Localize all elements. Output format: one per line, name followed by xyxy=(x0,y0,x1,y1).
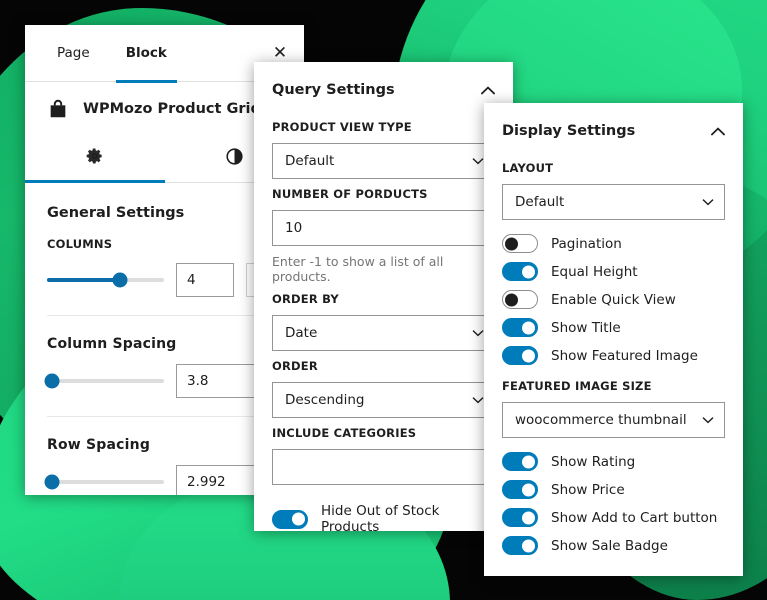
chevron-up-icon[interactable] xyxy=(711,126,725,136)
show-add-to-cart-toggle[interactable] xyxy=(502,508,538,527)
tab-block[interactable]: Block xyxy=(108,25,185,83)
query-settings-header[interactable]: Query Settings xyxy=(254,62,513,112)
chevron-down-icon xyxy=(472,397,484,404)
shopping-bag-icon xyxy=(47,98,69,120)
display-settings-panel: Display Settings LAYOUT Default Paginati… xyxy=(484,103,743,576)
chevron-down-icon xyxy=(702,199,714,206)
show-sale-badge-label: Show Sale Badge xyxy=(551,537,668,554)
toggle-row-show-sale-badge: Show Sale Badge xyxy=(484,527,743,555)
featured-image-size-select[interactable]: woocommerce thumbnail xyxy=(502,402,725,438)
show-price-toggle[interactable] xyxy=(502,480,538,499)
toggle-row-pagination: Pagination xyxy=(484,220,743,253)
enable-quick-view-toggle[interactable] xyxy=(502,290,538,309)
tab-page[interactable]: Page xyxy=(39,25,108,82)
toggle-row-quick-view: Enable Quick View xyxy=(484,281,743,309)
gear-icon xyxy=(85,146,105,170)
pagination-toggle[interactable] xyxy=(502,234,538,253)
query-settings-panel: Query Settings PRODUCT VIEW TYPE Default… xyxy=(254,62,513,531)
column-spacing-slider[interactable] xyxy=(44,373,164,389)
row-spacing-slider[interactable] xyxy=(44,474,164,490)
row-spacing-value: 2.992 xyxy=(187,474,226,490)
toggle-row-show-title: Show Title xyxy=(484,309,743,337)
hide-out-of-stock-toggle[interactable] xyxy=(272,509,308,529)
product-view-type-value: Default xyxy=(285,153,335,169)
toggle-row-show-rating: Show Rating xyxy=(484,438,743,471)
pagination-label: Pagination xyxy=(551,235,622,252)
layout-value: Default xyxy=(515,194,565,210)
columns-input[interactable]: 4 xyxy=(176,263,234,297)
enable-quick-view-label: Enable Quick View xyxy=(551,291,676,308)
toggle-row-show-featured-image: Show Featured Image xyxy=(484,337,743,365)
display-settings-title: Display Settings xyxy=(502,123,636,139)
order-by-select[interactable]: Date xyxy=(272,315,495,351)
show-title-toggle[interactable] xyxy=(502,318,538,337)
close-glyph: ✕ xyxy=(272,43,288,63)
columns-value: 4 xyxy=(187,272,196,288)
toggle-row-show-add-to-cart: Show Add to Cart button xyxy=(484,499,743,527)
hide-out-of-stock-label: Hide Out of Stock Products xyxy=(321,503,440,531)
screenshot-stage: Page Block ✕ WPMozo Product Grid General… xyxy=(0,0,767,600)
include-categories-label: INCLUDE CATEGORIES xyxy=(272,426,417,440)
number-of-products-label: NUMBER OF PORDUCTS xyxy=(272,187,428,201)
contrast-icon xyxy=(225,147,244,170)
chevron-up-icon[interactable] xyxy=(481,85,495,95)
show-rating-toggle[interactable] xyxy=(502,452,538,471)
layout-select[interactable]: Default xyxy=(502,184,725,220)
featured-image-size-value: woocommerce thumbnail xyxy=(515,412,687,428)
chevron-down-icon xyxy=(702,417,714,424)
equal-height-label: Equal Height xyxy=(551,263,638,280)
show-rating-label: Show Rating xyxy=(551,453,636,470)
show-featured-image-toggle[interactable] xyxy=(502,346,538,365)
featured-image-size-label: FEATURED IMAGE SIZE xyxy=(502,379,652,393)
include-categories-input[interactable] xyxy=(272,449,495,485)
order-by-label: ORDER BY xyxy=(272,292,339,306)
product-view-type-label: PRODUCT VIEW TYPE xyxy=(272,120,412,134)
order-by-value: Date xyxy=(285,325,318,341)
order-label: ORDER xyxy=(272,359,318,373)
show-title-label: Show Title xyxy=(551,319,621,336)
show-sale-badge-toggle[interactable] xyxy=(502,536,538,555)
toggle-row-equal-height: Equal Height xyxy=(484,253,743,281)
tab-settings[interactable] xyxy=(25,134,165,183)
chevron-down-icon xyxy=(472,330,484,337)
order-select[interactable]: Descending xyxy=(272,382,495,418)
column-spacing-value: 3.8 xyxy=(187,373,209,389)
equal-height-toggle[interactable] xyxy=(502,262,538,281)
block-title: WPMozo Product Grid xyxy=(83,101,261,117)
show-price-label: Show Price xyxy=(551,481,625,498)
number-of-products-help: Enter -1 to show a list of all products. xyxy=(272,254,444,284)
number-of-products-value: 10 xyxy=(285,220,303,236)
columns-slider[interactable] xyxy=(47,272,164,288)
chevron-down-icon xyxy=(472,158,484,165)
show-featured-image-label: Show Featured Image xyxy=(551,347,698,364)
number-of-products-input[interactable]: 10 xyxy=(272,210,495,246)
product-view-type-select[interactable]: Default xyxy=(272,143,495,179)
query-settings-title: Query Settings xyxy=(272,82,395,98)
layout-label: LAYOUT xyxy=(502,161,554,175)
order-value: Descending xyxy=(285,392,365,408)
display-settings-header[interactable]: Display Settings xyxy=(484,103,743,153)
show-add-to-cart-label: Show Add to Cart button xyxy=(551,509,718,526)
toggle-row-show-price: Show Price xyxy=(484,471,743,499)
tab-block-label: Block xyxy=(125,45,167,61)
tab-page-label: Page xyxy=(57,45,90,61)
hide-out-of-stock-row: Hide Out of Stock Products xyxy=(254,485,513,531)
